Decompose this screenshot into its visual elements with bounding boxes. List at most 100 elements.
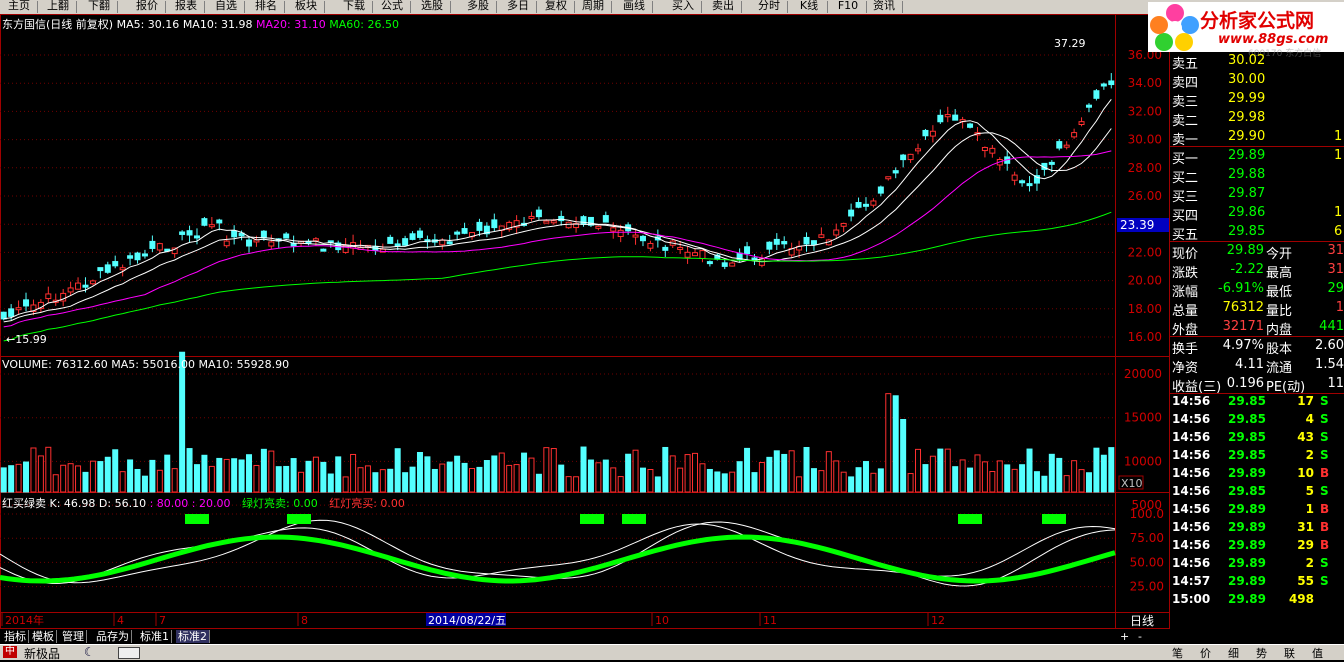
template-tab-5[interactable]: 标准2 [176, 630, 210, 643]
volume-bar [223, 458, 230, 493]
tick-time: 14:56 [1172, 538, 1211, 552]
toolbar-button-7[interactable]: 板块 [290, 0, 322, 14]
stat-row: 收益(三) 0.196 PE(动) 11 [1170, 375, 1344, 395]
toolbar-button-18[interactable]: 分时 [753, 0, 785, 14]
candle-body [610, 227, 617, 232]
template-tab-1[interactable]: 模板 [30, 630, 57, 643]
stat-label: 股本 [1266, 342, 1293, 357]
ma10-label: MA10: 31.98 [182, 18, 253, 31]
moon-icon[interactable]: ☾ [84, 645, 95, 659]
toolbar-button-10[interactable]: 选股 [416, 0, 448, 14]
volume-bar [1093, 447, 1100, 493]
candle-body [394, 243, 401, 247]
stat-value: 31 [1327, 243, 1344, 258]
toolbar-button-9[interactable]: 公式 [376, 0, 408, 14]
volume-bar [989, 471, 996, 493]
zoom-in-button[interactable]: + [1120, 630, 1129, 643]
ma-line [3, 128, 1112, 323]
toolbar-button-12[interactable]: 多日 [502, 0, 534, 14]
volume-bar [335, 456, 342, 493]
toolbar-button-19[interactable]: K线 [793, 0, 825, 14]
toolbar-button-2[interactable]: 下翻 [83, 0, 115, 14]
candle-body [617, 229, 624, 237]
candle-body [781, 241, 788, 245]
tick-row: 14:56 29.89 1 B [1170, 501, 1344, 520]
tick-row: 14:57 29.89 55 S [1170, 573, 1344, 592]
volume-bar [528, 457, 535, 493]
toolbar-button-14[interactable]: 周期 [577, 0, 609, 14]
candle-body [944, 114, 951, 118]
candle-body [201, 218, 208, 226]
tick-price: 29.89 [1228, 556, 1266, 570]
tick-price: 29.89 [1228, 574, 1266, 588]
volume-bar [736, 461, 743, 493]
candle-body [892, 170, 899, 174]
volume-bar [327, 473, 334, 493]
candle-body [112, 261, 119, 267]
candle-body [1078, 121, 1085, 125]
stat-label: 最高 [1266, 266, 1293, 281]
toolbar-button-20[interactable]: F10 [832, 0, 864, 14]
volume-bar [45, 446, 52, 493]
app-name[interactable]: 新极品 [24, 645, 60, 662]
candle-body [602, 215, 609, 223]
bid-row: 买五 29.85 6 [1170, 223, 1344, 243]
toolbar-button-15[interactable]: 画线 [618, 0, 650, 14]
axis-labels: 36.0034.0032.0030.0028.0026.0024.0022.00… [5, 37, 1169, 628]
zoom-out-button[interactable]: - [1138, 630, 1142, 643]
bid-label: 买四 [1172, 209, 1199, 224]
candle-body [729, 262, 736, 267]
volume-bar [156, 469, 163, 493]
tick-price: 29.85 [1228, 484, 1266, 498]
volume-bar [268, 450, 275, 493]
indicator-d: D: 56.10 [98, 497, 147, 510]
bid-row: 买四 29.86 1 [1170, 204, 1344, 224]
volume-bar [929, 455, 936, 493]
bid-price: 29.87 [1228, 186, 1266, 201]
toolbar-button-16[interactable]: 买入 [667, 0, 699, 14]
template-tab-0[interactable]: 指标 [2, 630, 29, 643]
toolbar-button-13[interactable]: 复权 [540, 0, 572, 14]
volume-bar [409, 466, 416, 493]
candle-body [862, 203, 869, 207]
candle-body [283, 233, 290, 239]
toolbar-button-21[interactable]: 资讯 [868, 0, 900, 14]
volume-bar [454, 455, 461, 493]
volume-bar [275, 466, 282, 493]
toolbar-button-11[interactable]: 多股 [462, 0, 494, 14]
volume-bar [97, 461, 104, 493]
price-tick-label: 34.00 [1128, 76, 1162, 90]
toolbar-button-5[interactable]: 自选 [210, 0, 242, 14]
ask-price: 29.98 [1228, 110, 1266, 125]
volume-ma10: MA10: 55928.90 [198, 358, 290, 371]
toolbar-button-1[interactable]: 上翻 [42, 0, 74, 14]
toolbar-button-0[interactable]: 主页 [3, 0, 35, 14]
candle-body [97, 267, 104, 272]
stat-value: 29 [1327, 281, 1344, 296]
template-tab-2[interactable]: 管理 [60, 630, 87, 643]
toolbar-button-3[interactable]: 报价 [131, 0, 163, 14]
ma-line [3, 211, 1112, 342]
toolbar-button-6[interactable]: 排名 [250, 0, 282, 14]
volume-bar [1033, 471, 1040, 493]
toolbar-separator [611, 1, 612, 13]
template-tab-3[interactable]: 品存为 [94, 630, 132, 643]
candle-body [1071, 132, 1078, 138]
toolbar-button-8[interactable]: 下载 [338, 0, 370, 14]
kline-chart[interactable]: 36.0034.0032.0030.0028.0026.0024.0022.00… [0, 14, 1170, 629]
candle-body [454, 231, 461, 235]
toolbar-button-4[interactable]: 报表 [170, 0, 202, 14]
candle-body [535, 209, 542, 218]
volume-bar [193, 464, 200, 493]
volume-bar [677, 467, 684, 493]
price-tick-label: 20.00 [1128, 274, 1162, 288]
candle-body [595, 225, 602, 229]
toolbar-separator [701, 1, 702, 13]
volume-bar [580, 446, 587, 493]
tick-volume: 31 [1297, 520, 1314, 534]
keyboard-icon[interactable] [118, 647, 140, 659]
template-tab-4[interactable]: 标准1 [138, 630, 172, 643]
price-tick-label: 22.00 [1128, 245, 1162, 259]
toolbar-button-17[interactable]: 卖出 [707, 0, 739, 14]
volume-bar [573, 476, 580, 493]
